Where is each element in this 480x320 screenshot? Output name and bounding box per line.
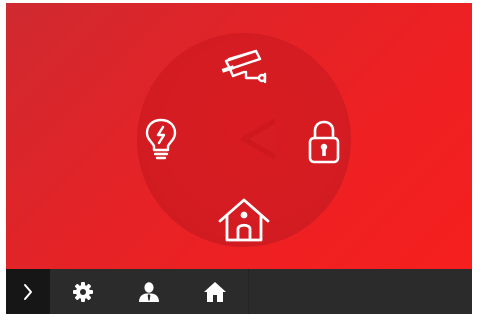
security-camera-button[interactable]	[216, 47, 272, 91]
user-button[interactable]	[116, 269, 182, 314]
padlock-icon	[308, 120, 340, 164]
bottom-toolbar	[6, 269, 472, 314]
toolbar-empty-space	[249, 269, 472, 314]
expand-menu-button[interactable]	[6, 269, 50, 314]
home-button[interactable]	[182, 269, 248, 314]
main-panel	[6, 3, 472, 269]
padlock-button[interactable]	[306, 119, 342, 165]
chevron-right-icon	[24, 283, 32, 300]
gear-icon	[73, 281, 93, 302]
home-icon	[204, 281, 226, 302]
dial-pointer	[239, 118, 275, 160]
light-bulb-button[interactable]	[144, 117, 178, 161]
house-button[interactable]	[216, 197, 272, 243]
security-camera-icon	[221, 49, 267, 84]
house-icon	[218, 198, 270, 242]
settings-button[interactable]	[50, 269, 116, 314]
light-bulb-icon	[145, 118, 177, 160]
app-screen	[6, 3, 472, 314]
person-icon	[139, 281, 159, 302]
